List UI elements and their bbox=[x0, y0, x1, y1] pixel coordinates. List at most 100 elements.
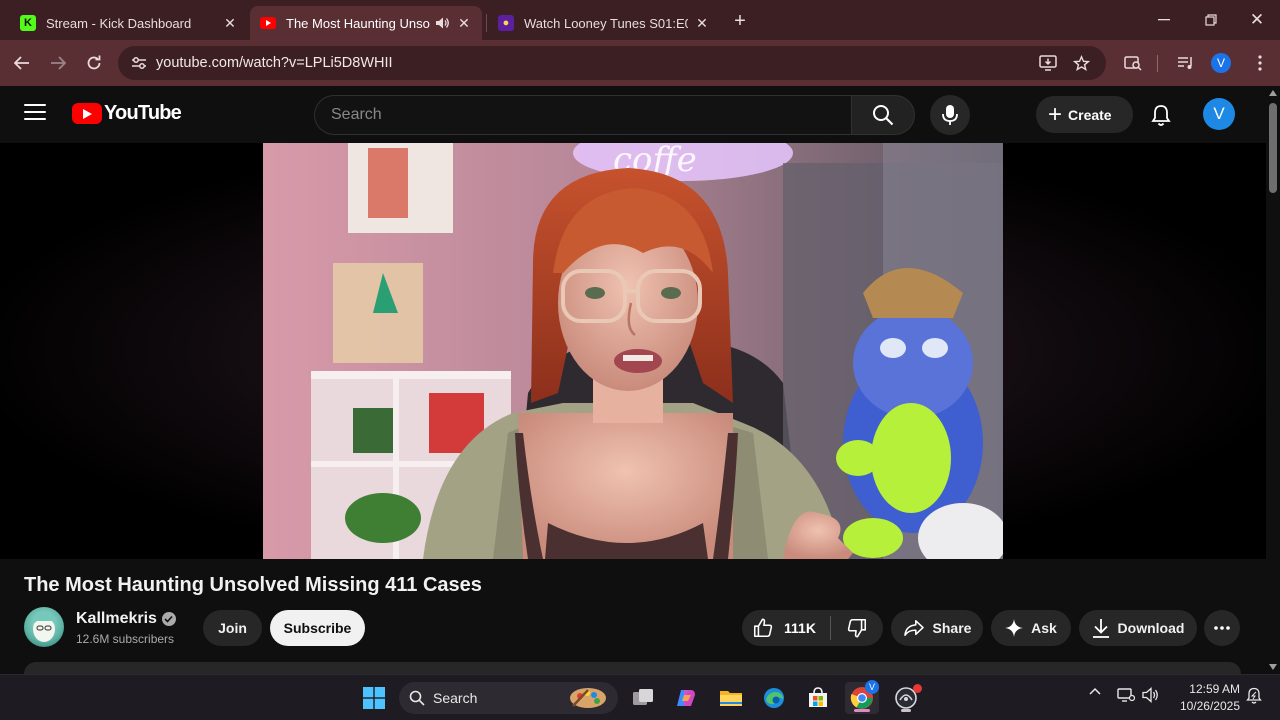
show-hidden-icons-chevron-icon[interactable] bbox=[1087, 687, 1103, 695]
youtube-play-icon bbox=[72, 103, 102, 124]
new-tab-button[interactable]: + bbox=[728, 9, 752, 33]
channel-avatar[interactable] bbox=[24, 607, 64, 647]
thumbs-up-icon bbox=[752, 617, 774, 639]
search-input[interactable]: Search bbox=[314, 95, 852, 135]
network-icon[interactable] bbox=[1116, 687, 1136, 703]
site-settings-icon[interactable] bbox=[126, 50, 152, 76]
video-player[interactable]: coffe bbox=[0, 143, 1266, 559]
guide-menu-icon[interactable] bbox=[24, 104, 46, 122]
sparkle-icon bbox=[1005, 619, 1024, 637]
kick-logo-icon: K bbox=[20, 15, 36, 31]
youtube-logo[interactable]: YouTube bbox=[72, 102, 182, 125]
app-icon-circle[interactable] bbox=[889, 682, 923, 714]
edge-browser-icon[interactable] bbox=[757, 682, 791, 714]
plus-icon: + bbox=[1048, 100, 1063, 128]
video-thumbnail-image: coffe bbox=[263, 143, 1003, 559]
account-avatar[interactable]: V bbox=[1203, 98, 1235, 130]
verified-check-icon bbox=[161, 612, 176, 626]
download-icon bbox=[1092, 618, 1110, 638]
tab-kick-dashboard[interactable]: K Stream - Kick Dashboard ✕ bbox=[10, 6, 248, 40]
share-arrow-icon bbox=[903, 619, 925, 637]
search-icon bbox=[409, 690, 425, 706]
more-actions-button[interactable] bbox=[1204, 610, 1240, 646]
system-clock[interactable]: 12:59 AM 10/26/2025 bbox=[1170, 681, 1240, 715]
start-button[interactable] bbox=[357, 682, 391, 714]
minimize-button[interactable] bbox=[1150, 8, 1178, 32]
looney-tunes-icon: ● bbox=[498, 15, 514, 31]
tab-looney-tunes[interactable]: ● Watch Looney Tunes S01:E01 - Looney Tu… bbox=[488, 6, 720, 40]
tab-separator bbox=[486, 14, 487, 32]
copilot-icon[interactable] bbox=[669, 682, 703, 714]
clock-date: 10/26/2025 bbox=[1179, 699, 1240, 713]
scroll-up-arrow-icon[interactable] bbox=[1269, 90, 1277, 96]
notifications-bell-icon[interactable] bbox=[1148, 102, 1174, 128]
video-frame[interactable]: coffe bbox=[263, 143, 1003, 559]
paint-palette-icon bbox=[568, 686, 608, 713]
like-button[interactable]: 111K bbox=[742, 610, 830, 646]
clock-time: 12:59 AM bbox=[1189, 682, 1240, 696]
channel-name-text: Kallmekris bbox=[76, 610, 157, 627]
tab-title: The Most Haunting Unsolved Missing 411 C… bbox=[286, 15, 430, 31]
page-scrollbar[interactable] bbox=[1266, 86, 1280, 674]
file-explorer-icon[interactable] bbox=[714, 682, 748, 714]
browser-tab-strip: K Stream - Kick Dashboard ✕ The Most Hau… bbox=[0, 0, 1280, 40]
task-view-icon[interactable] bbox=[626, 682, 660, 714]
microsoft-store-icon[interactable] bbox=[801, 682, 835, 714]
video-title: The Most Haunting Unsolved Missing 411 C… bbox=[24, 574, 482, 596]
channel-name[interactable]: Kallmekris bbox=[76, 610, 176, 628]
subscriber-count: 12.6M subscribers bbox=[76, 632, 175, 646]
ask-label: Ask bbox=[1031, 620, 1057, 636]
tab-title: Watch Looney Tunes S01:E01 - Looney Tune… bbox=[524, 15, 688, 31]
chrome-app-icon[interactable]: V bbox=[845, 680, 879, 714]
close-window-button[interactable]: ✕ bbox=[1243, 8, 1271, 32]
share-label: Share bbox=[932, 620, 972, 636]
dislike-button[interactable] bbox=[831, 610, 883, 646]
active-app-indicator bbox=[854, 709, 870, 712]
microphone-icon bbox=[942, 105, 958, 125]
more-horizontal-icon bbox=[1214, 626, 1230, 630]
create-button[interactable]: + Create bbox=[1036, 96, 1133, 133]
toolbar-divider bbox=[1157, 55, 1158, 72]
search-button[interactable] bbox=[851, 95, 915, 135]
browser-menu-icon[interactable] bbox=[1247, 51, 1273, 75]
notification-badge bbox=[913, 684, 922, 693]
download-label: Download bbox=[1117, 620, 1185, 636]
tab-search-icon[interactable] bbox=[1120, 51, 1146, 75]
share-button[interactable]: Share bbox=[891, 610, 983, 646]
youtube-logo-icon bbox=[260, 15, 276, 31]
search-icon bbox=[873, 105, 894, 126]
forward-button[interactable] bbox=[45, 51, 71, 75]
notification-center-icon[interactable] bbox=[1244, 687, 1264, 704]
reload-button[interactable] bbox=[81, 51, 107, 75]
youtube-wordmark: YouTube bbox=[104, 102, 182, 124]
chrome-profile-badge: V bbox=[865, 680, 879, 694]
like-count: 111K bbox=[784, 620, 816, 636]
tab-audio-icon[interactable] bbox=[434, 15, 450, 31]
scroll-down-arrow-icon[interactable] bbox=[1269, 664, 1277, 670]
join-button[interactable]: Join bbox=[203, 610, 262, 646]
description-box[interactable] bbox=[24, 662, 1241, 674]
browser-toolbar: youtube.com/watch?v=LPLi5D8WHII V bbox=[0, 40, 1280, 86]
thumbs-down-icon bbox=[847, 618, 867, 638]
restore-button[interactable] bbox=[1197, 8, 1225, 32]
bookmark-star-icon[interactable] bbox=[1069, 51, 1093, 75]
volume-icon[interactable] bbox=[1141, 687, 1161, 703]
close-tab-icon[interactable]: ✕ bbox=[456, 15, 472, 31]
media-controls-icon[interactable] bbox=[1173, 51, 1199, 75]
back-button[interactable] bbox=[9, 51, 35, 75]
voice-search-button[interactable] bbox=[930, 95, 970, 135]
windows-logo-icon bbox=[363, 687, 385, 709]
subscribe-button[interactable]: Subscribe bbox=[270, 610, 365, 646]
ask-button[interactable]: Ask bbox=[991, 610, 1071, 646]
profile-avatar[interactable]: V bbox=[1211, 53, 1231, 73]
scrollbar-thumb[interactable] bbox=[1269, 103, 1277, 193]
taskbar-search[interactable]: Search bbox=[399, 682, 618, 714]
close-tab-icon[interactable]: ✕ bbox=[694, 15, 710, 31]
tab-title: Stream - Kick Dashboard bbox=[46, 15, 192, 31]
download-button[interactable]: Download bbox=[1079, 610, 1197, 646]
install-app-icon[interactable] bbox=[1036, 51, 1060, 75]
address-bar[interactable]: youtube.com/watch?v=LPLi5D8WHII bbox=[118, 46, 1106, 80]
tab-youtube-video[interactable]: The Most Haunting Unsolved Missing 411 C… bbox=[250, 6, 482, 40]
close-tab-icon[interactable]: ✕ bbox=[222, 15, 238, 31]
running-app-indicator bbox=[901, 709, 911, 712]
